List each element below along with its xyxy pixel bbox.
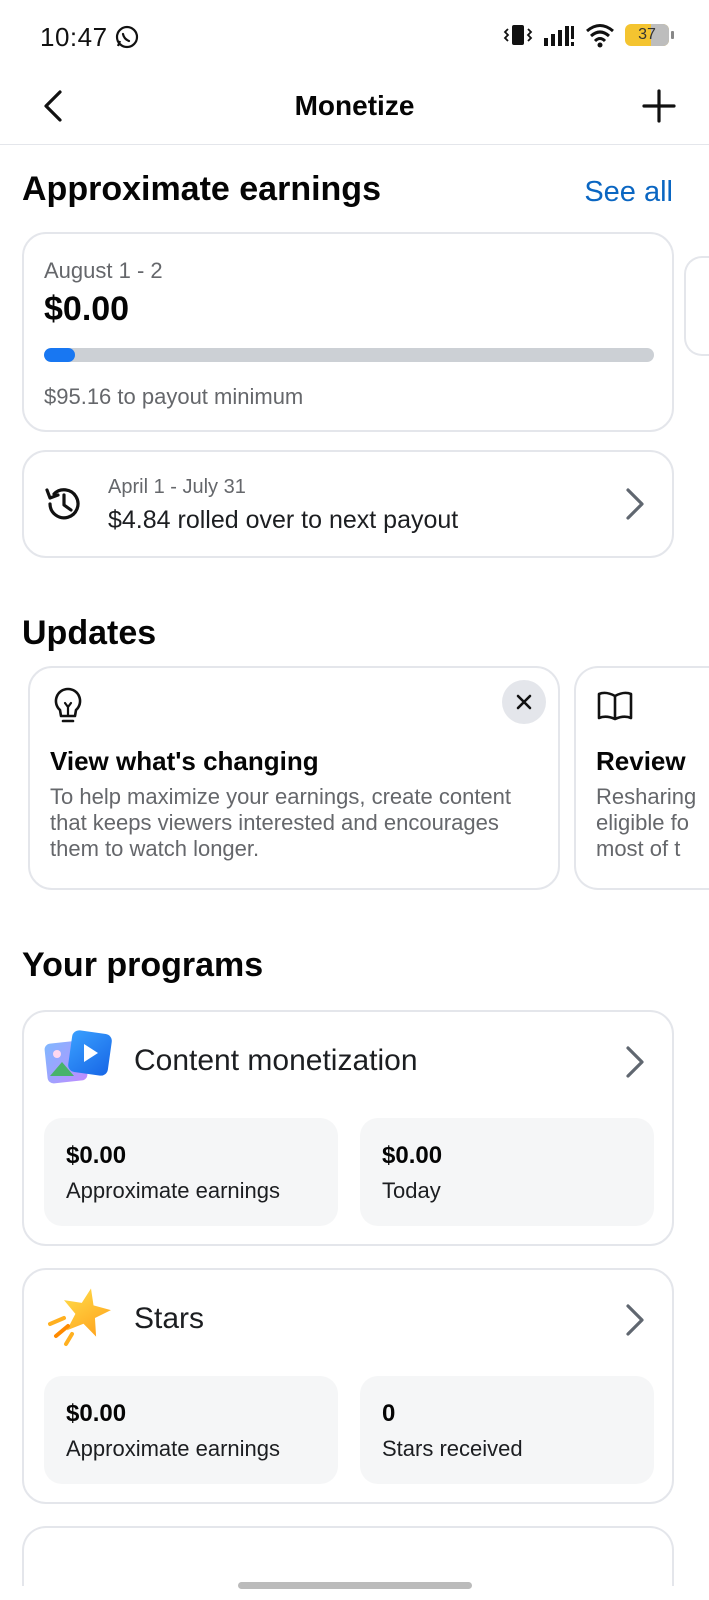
payout-progress-bar xyxy=(44,348,654,362)
earnings-period: August 1 - 2 xyxy=(44,258,163,283)
stat-approximate-earnings: $0.00 Approximate earnings xyxy=(44,1118,338,1226)
close-icon xyxy=(516,694,532,710)
program-name: Content monetization xyxy=(134,1044,418,1077)
stat-label: Approximate earnings xyxy=(66,1178,281,1203)
stat-value: $0.00 xyxy=(66,1142,127,1169)
battery-level: 37 xyxy=(638,26,656,43)
current-earnings-card[interactable]: August 1 - 2 $0.00 $95.16 to payout mini… xyxy=(22,232,674,432)
add-button[interactable] xyxy=(639,86,679,126)
video-photo-icon xyxy=(44,1030,112,1084)
program-card-stars[interactable]: Stars $0.00 Approximate earnings 0 Stars… xyxy=(22,1268,674,1504)
battery-indicator: 37 xyxy=(625,24,674,46)
vibrate-icon xyxy=(503,25,533,45)
home-indicator[interactable] xyxy=(238,1582,472,1589)
program-name: Stars xyxy=(134,1302,205,1335)
see-all-link[interactable]: See all xyxy=(584,176,673,209)
chevron-right-icon xyxy=(626,1046,644,1078)
update-card[interactable]: View what's changing To help maximize yo… xyxy=(28,666,560,890)
lightbulb-icon xyxy=(54,687,82,723)
rollover-card[interactable]: April 1 - July 31 $4.84 rolled over to n… xyxy=(22,450,674,558)
earnings-section-title: Approximate earnings xyxy=(22,170,381,208)
program-card-content-monetization[interactable]: Content monetization $0.00 Approximate e… xyxy=(22,1010,674,1246)
stat-stars-received: 0 Stars received xyxy=(360,1376,654,1484)
stat-label: Approximate earnings xyxy=(66,1436,281,1461)
rollover-text: $4.84 rolled over to next payout xyxy=(108,506,459,534)
dismiss-update-button[interactable] xyxy=(502,680,546,724)
stat-label: Stars received xyxy=(382,1436,523,1461)
stat-value: 0 xyxy=(382,1400,396,1427)
status-time: 10:47 xyxy=(40,22,108,52)
payout-minimum-note: $95.16 to payout minimum xyxy=(44,384,304,409)
update-body: To help maximize your earnings, create c… xyxy=(50,784,512,861)
updates-section-title: Updates xyxy=(22,614,157,652)
history-icon xyxy=(45,488,80,520)
page-title: Monetize xyxy=(294,90,415,121)
rollover-period: April 1 - July 31 xyxy=(108,476,246,498)
update-title: View what's changing xyxy=(50,746,319,776)
star-icon xyxy=(48,1288,111,1346)
stat-today: $0.00 Today xyxy=(360,1118,654,1226)
update-peek-line: most of t xyxy=(596,836,681,861)
programs-section-title: Your programs xyxy=(22,946,264,984)
update-peek-line: Resharing xyxy=(596,784,697,809)
update-peek-body: Resharing eligible fo most of t xyxy=(596,784,696,862)
stat-value: $0.00 xyxy=(66,1400,127,1427)
chevron-right-icon xyxy=(626,488,644,520)
status-icons: 37 xyxy=(503,22,674,48)
wifi-icon xyxy=(586,24,614,48)
next-earnings-card-peek[interactable] xyxy=(684,256,709,356)
stat-approximate-earnings: $0.00 Approximate earnings xyxy=(44,1376,338,1484)
program-card-peek[interactable] xyxy=(22,1526,674,1586)
whatsapp-icon xyxy=(115,25,139,49)
payout-progress-fill xyxy=(44,348,75,362)
book-icon xyxy=(597,691,633,721)
signal-icon xyxy=(544,26,574,46)
update-peek-line: eligible fo xyxy=(596,810,689,835)
top-app-bar: Monetize xyxy=(0,72,709,145)
update-card-peek[interactable]: Review Resharing eligible fo most of t xyxy=(574,666,709,890)
stat-label: Today xyxy=(382,1178,441,1203)
earnings-amount: $0.00 xyxy=(44,290,130,328)
chevron-right-icon xyxy=(626,1304,644,1336)
update-peek-title: Review xyxy=(596,746,686,776)
stat-value: $0.00 xyxy=(382,1142,443,1169)
